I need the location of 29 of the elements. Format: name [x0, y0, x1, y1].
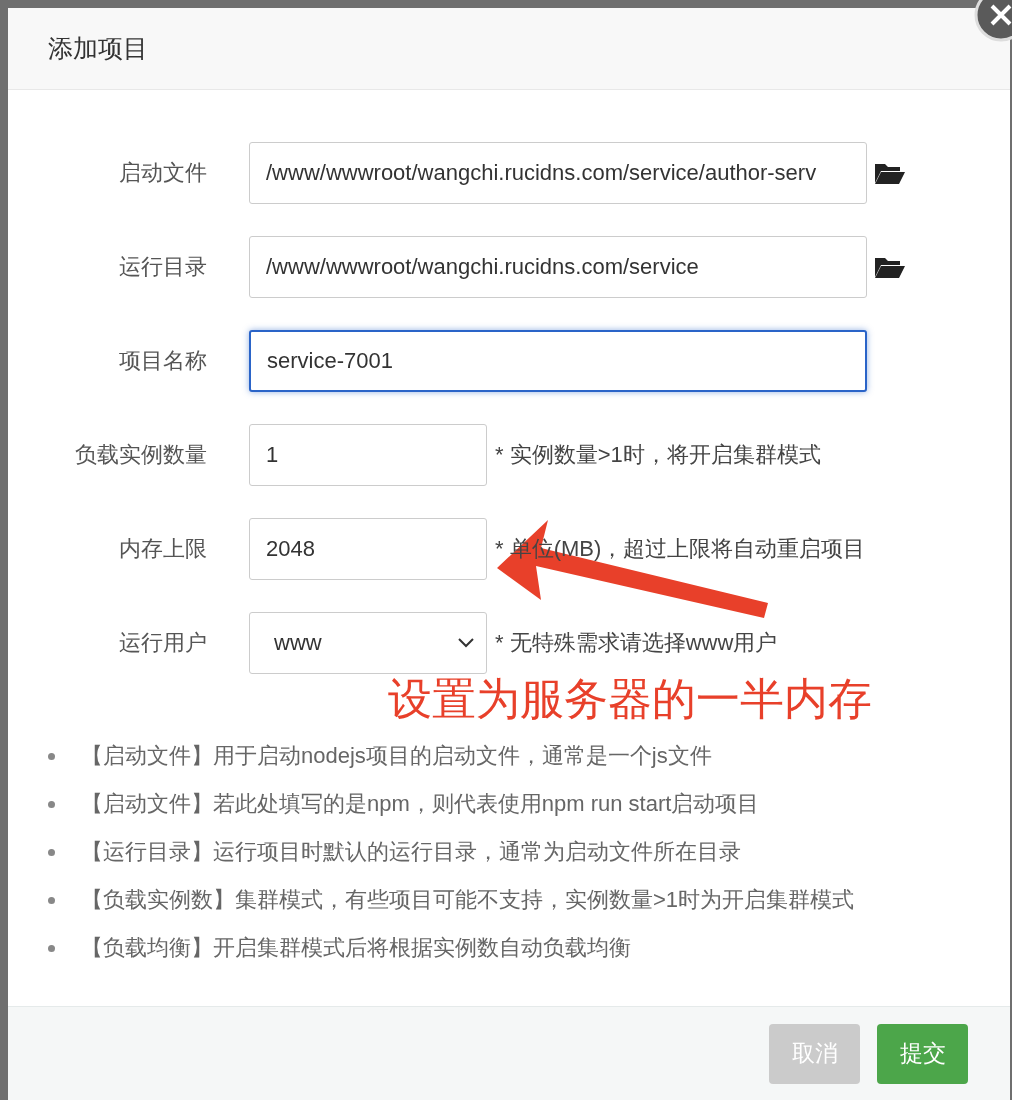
field-label: 内存上限	[118, 535, 207, 563]
field-hint: * 无特殊需求请选择www用户	[495, 629, 778, 657]
field-label: 负载实例数量	[74, 441, 207, 469]
text-field[interactable]: service-7001	[249, 330, 867, 392]
field-hint: * 实例数量>1时，将开启集群模式	[495, 441, 821, 469]
folder-icon[interactable]	[874, 255, 906, 279]
field-label: 启动文件	[118, 159, 207, 187]
number-field[interactable]: 2048	[249, 518, 487, 580]
field-label: 项目名称	[118, 347, 207, 375]
note-text: 【负载实例数】集群模式，有些项目可能不支持，实例数量>1时为开启集群模式	[81, 886, 855, 914]
note-text: 【启动文件】若此处填写的是npm，则代表使用npm run start启动项目	[81, 790, 760, 818]
bullet-icon	[48, 944, 55, 952]
user-dropdown[interactable]: www	[249, 612, 487, 674]
number-field[interactable]: 1	[249, 424, 487, 486]
note-text: 【运行目录】运行项目时默认的运行目录，通常为启动文件所在目录	[81, 838, 741, 866]
field-label: 运行目录	[118, 253, 207, 281]
dialog-title: 添加项目	[48, 33, 148, 64]
bullet-icon	[48, 800, 55, 808]
annotation-text: 设置为服务器的一半内存	[388, 673, 872, 725]
field-label: 运行用户	[118, 629, 207, 657]
bullet-icon	[48, 752, 55, 760]
text-field[interactable]: /www/wwwroot/wangchi.rucidns.com/service/author-serv	[249, 142, 867, 204]
folder-icon[interactable]	[874, 161, 906, 185]
chevron-down-icon	[458, 638, 474, 648]
note-text: 【启动文件】用于启动nodejs项目的启动文件，通常是一个js文件	[81, 742, 712, 770]
bullet-icon	[48, 896, 55, 904]
note-text: 【负载均衡】开启集群模式后将根据实例数自动负载均衡	[81, 934, 631, 962]
bullet-icon	[48, 848, 55, 856]
text-field[interactable]: /www/wwwroot/wangchi.rucidns.com/service	[249, 236, 867, 298]
